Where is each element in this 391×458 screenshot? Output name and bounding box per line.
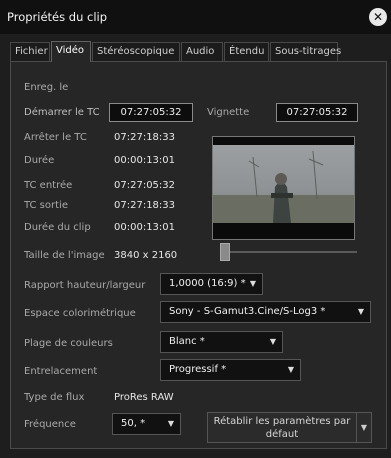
tab-fichier[interactable]: Fichier [10,42,50,61]
start-tc-field[interactable]: 07:27:05:32 [109,103,193,122]
color-range-label: Plage de couleurs [24,338,113,349]
close-icon[interactable]: ✕ [369,8,387,26]
vignette-field[interactable]: 07:27:05:32 [276,103,358,122]
image-size-value: 3840 x 2160 [114,250,178,261]
color-space-label: Espace colorimétrique [24,308,136,319]
tab-audio[interactable]: Audio [181,42,223,61]
tc-out-label: TC sortie [24,200,68,211]
thumbnail-slider-handle[interactable] [220,243,230,261]
frequency-label: Fréquence [24,419,76,430]
color-range-dropdown[interactable]: Blanc * ▼ [160,331,283,353]
interlace-label: Entrelacement [24,366,98,377]
color-space-dropdown[interactable]: Sony - S-Gamut3.Cine/S-Log3 * ▼ [160,301,371,323]
stream-type-label: Type de flux [24,392,85,403]
clip-thumbnail [212,136,355,240]
tab-sous-titrages[interactable]: Sous-titrages [270,42,341,61]
color-space-value: Sony - S-Gamut3.Cine/S-Log3 * [169,306,326,317]
stop-tc-label: Arrêter le TC [24,132,87,143]
aspect-ratio-dropdown[interactable]: 1,0000 (16:9) * ▼ [160,273,263,295]
tc-in-value: 07:27:05:32 [114,180,176,191]
aspect-ratio-value: 1,0000 (16:9) * [169,278,246,289]
clip-duration-value: 00:00:13:01 [114,222,176,233]
thumbnail-slider-track[interactable] [222,251,357,253]
tc-in-label: TC entrée [24,180,73,191]
thumbnail-image [213,137,354,239]
reset-defaults-button[interactable]: Rétablir les paramètres par défaut [207,412,357,443]
chevron-down-icon: ▼ [287,365,294,374]
chevron-down-icon: ▼ [249,279,256,288]
chevron-down-icon: ▼ [357,307,364,316]
tab-video[interactable]: Vidéo [51,41,91,62]
aspect-ratio-label: Rapport hauteur/largeur [24,280,146,291]
vignette-label: Vignette [207,107,250,118]
chevron-down-icon: ▼ [167,419,174,428]
chevron-down-icon[interactable]: ▼ [356,412,372,443]
interlace-value: Progressif * [169,364,227,375]
title-bar: Propriétés du clip ✕ [0,0,391,34]
frequency-dropdown[interactable]: 50, * ▼ [112,413,181,435]
window-title: Propriétés du clip [7,10,108,24]
enreg-label: Enreg. le [24,82,69,93]
stop-tc-value: 07:27:18:33 [114,132,176,143]
interlace-dropdown[interactable]: Progressif * ▼ [160,359,301,381]
stream-type-value: ProRes RAW [114,392,174,403]
tab-stereoscopique[interactable]: Stéréoscopique [92,42,180,61]
image-size-label: Taille de l'image [24,250,105,261]
start-tc-label: Démarrer le TC [24,107,100,118]
tab-etendu[interactable]: Étendu [224,42,269,61]
duration-label: Durée [24,155,55,166]
frequency-value: 50, * [121,418,146,429]
clip-duration-label: Durée du clip [24,222,91,233]
chevron-down-icon: ▼ [269,337,276,346]
tc-out-value: 07:27:18:33 [114,200,176,211]
duration-value: 00:00:13:01 [114,155,176,166]
color-range-value: Blanc * [169,336,205,347]
